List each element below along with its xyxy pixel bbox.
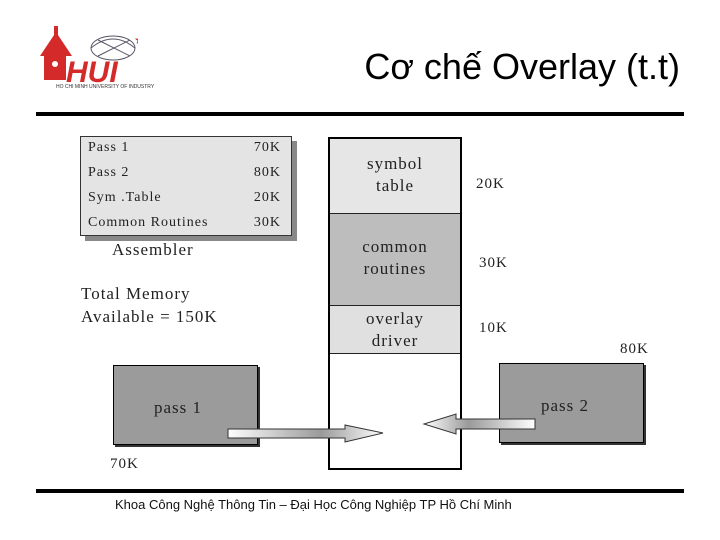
arrow-pass2-to-memory-icon bbox=[422, 413, 536, 435]
arrow-pass1-to-memory-icon bbox=[227, 424, 384, 443]
footer-text: Khoa Công Nghệ Thông Tin – Đại Học Công … bbox=[115, 497, 512, 512]
footer-divider bbox=[36, 489, 684, 493]
arrows-layer bbox=[227, 413, 536, 443]
